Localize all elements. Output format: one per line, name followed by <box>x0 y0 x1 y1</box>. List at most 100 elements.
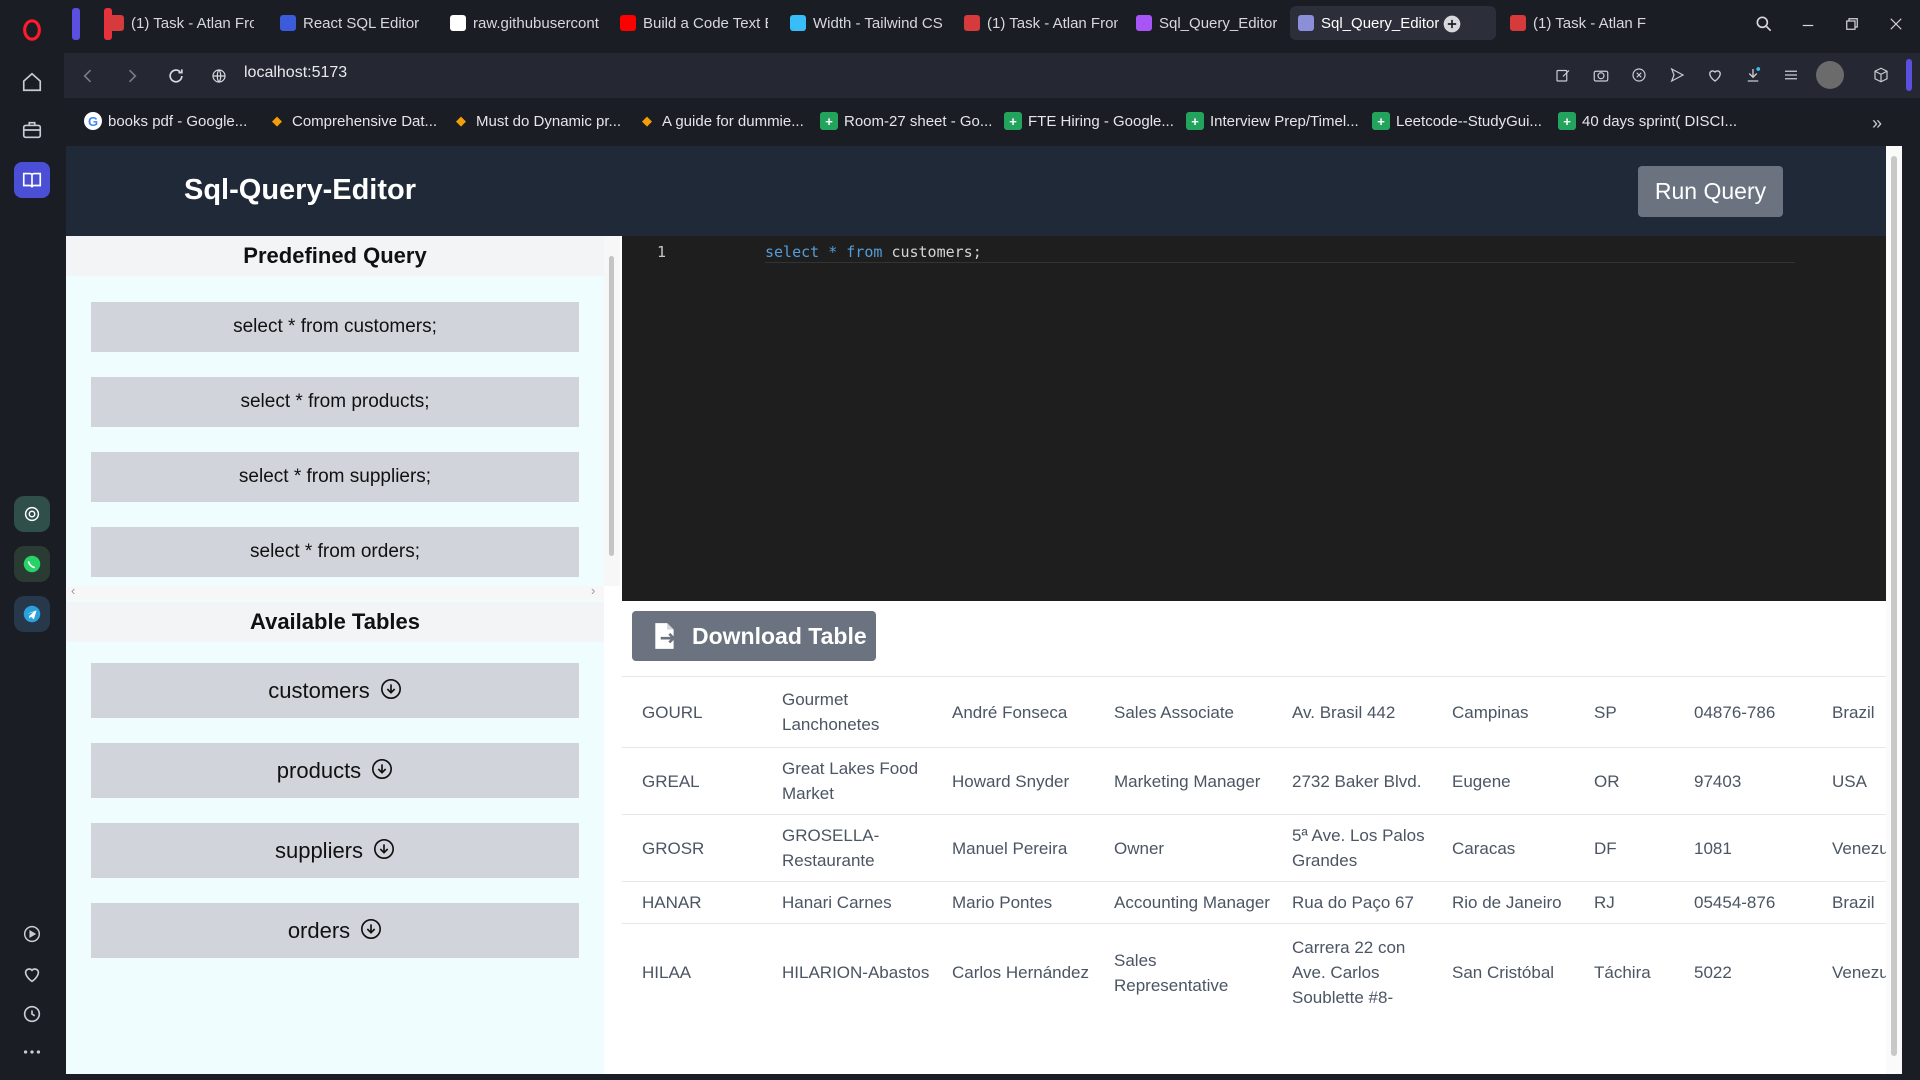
tab[interactable]: React SQL Editor <box>272 6 432 40</box>
reader-icon[interactable] <box>14 162 50 198</box>
favorites-icon[interactable] <box>1704 64 1726 86</box>
bookmark-item[interactable]: ◆ A guide for dummie... <box>638 112 804 130</box>
bookmark-item[interactable]: + Leetcode--StudyGui... <box>1372 112 1542 130</box>
table-cell: Carrera 22 con Ave. Carlos Soublette #8- <box>1272 923 1432 1022</box>
download-table-button[interactable]: Download Table <box>632 611 876 661</box>
file-export-icon <box>655 623 676 649</box>
scrollbar-thumb[interactable] <box>609 256 614 556</box>
close-window-icon[interactable] <box>1882 10 1910 38</box>
tab[interactable]: (1) Task - Atlan Fron <box>1502 6 1654 40</box>
table-row: HANAR Hanari Carnes Mario Pontes Accounting… <box>622 881 1902 924</box>
minimize-icon[interactable] <box>1794 10 1822 38</box>
table-cell: 97403 <box>1674 747 1812 815</box>
forward-icon[interactable] <box>120 64 144 88</box>
send-icon[interactable] <box>1666 64 1688 86</box>
bookmark-item[interactable]: ◆ Comprehensive Dat... <box>268 112 437 130</box>
page-scrollbar-thumb[interactable] <box>1891 156 1897 1056</box>
page-scrollbar[interactable] <box>1886 146 1902 1074</box>
horizontal-scrollbar[interactable]: ‹ › <box>66 583 604 600</box>
tab[interactable]: raw.githubusercont <box>442 6 608 40</box>
bookmark-label: Interview Prep/Timel... <box>1210 112 1359 130</box>
tab[interactable]: (1) Task - Atlan Fron <box>956 6 1126 40</box>
table-button-products[interactable]: products <box>91 743 579 798</box>
workspace-indicator[interactable] <box>72 8 80 40</box>
table-button-suppliers[interactable]: suppliers <box>91 823 579 878</box>
download-circle-icon[interactable] <box>371 758 393 780</box>
scroll-left-icon[interactable]: ‹ <box>71 583 75 598</box>
code-line[interactable]: select * from customers; <box>765 243 982 261</box>
code-editor[interactable]: 1 select * from customers; <box>622 236 1902 601</box>
bookmark-item[interactable]: +40 days sprint( DISCI... <box>1558 112 1737 130</box>
predefined-query-button[interactable]: select * from orders; <box>91 527 579 577</box>
easy-setup-icon[interactable] <box>1780 64 1802 86</box>
tab-title: Build a Code Text E <box>643 14 768 32</box>
bookmark-item[interactable]: + Interview Prep/Timel... <box>1186 112 1359 130</box>
tab[interactable]: Build a Code Text E <box>612 6 776 40</box>
home-icon[interactable] <box>14 64 50 100</box>
table-cell: HILARION-Abastos <box>762 923 932 1022</box>
table-cell: SP <box>1574 676 1674 748</box>
tab[interactable]: Width - Tailwind CS <box>782 6 950 40</box>
keyword-select: select <box>765 243 820 261</box>
briefcase-icon[interactable] <box>14 112 50 148</box>
table-name: suppliers <box>274 838 364 863</box>
download-circle-icon[interactable] <box>373 838 395 860</box>
table-cell: HANAR <box>622 881 762 924</box>
table-button-customers[interactable]: customers <box>91 663 579 718</box>
predefined-query-button[interactable]: select * from customers; <box>91 302 579 352</box>
results-table: GOURL Gourmet Lanchonetes André Fonseca Sal… <box>622 676 1902 1074</box>
run-query-button[interactable]: Run Query <box>1638 166 1783 217</box>
player-icon[interactable] <box>14 916 50 952</box>
download-table-label: Download Table <box>692 622 867 649</box>
download-circle-icon[interactable] <box>360 918 382 940</box>
bookmark-item[interactable]: + Room-27 sheet - Go... <box>820 112 992 130</box>
predefined-query-button[interactable]: select * from suppliers; <box>91 452 579 502</box>
table-cell: Gourmet Lanchonetes <box>762 676 932 748</box>
table-cell: San Cristóbal <box>1432 923 1574 1022</box>
heart-icon[interactable] <box>14 956 50 992</box>
more-icon[interactable] <box>14 1034 50 1070</box>
reload-icon[interactable] <box>164 64 188 88</box>
download-circle-icon[interactable] <box>380 678 402 700</box>
table-cell: Táchira <box>1574 923 1674 1022</box>
download-icon[interactable] <box>1742 64 1764 86</box>
extensions-icon[interactable] <box>1870 64 1892 86</box>
tab[interactable]: (1) Task - Atlan Fron <box>100 6 262 40</box>
table-cell: Great Lakes Food Market <box>762 747 932 815</box>
table-cell: Accounting Manager <box>1094 881 1272 924</box>
opera-logo-icon[interactable] <box>14 12 50 48</box>
restore-icon[interactable] <box>1838 10 1866 38</box>
predefined-query-button[interactable]: select * from products; <box>91 377 579 427</box>
whatsapp-icon[interactable] <box>14 546 50 582</box>
table-button-orders[interactable]: orders <box>91 903 579 958</box>
vertical-scrollbar[interactable] <box>604 236 620 586</box>
bookmark-item[interactable]: + FTE Hiring - Google... <box>1004 112 1174 130</box>
new-tab-icon[interactable] <box>1438 10 1466 38</box>
tab[interactable]: Sql_Query_Editor <box>1128 6 1286 40</box>
back-icon[interactable] <box>76 64 100 88</box>
url-field[interactable]: localhost:5173 <box>244 64 347 82</box>
table-row: GOURL Gourmet Lanchonetes André Fonseca Sal… <box>622 676 1902 748</box>
avatar[interactable] <box>1816 61 1844 89</box>
bookmark-item[interactable]: ◆ Must do Dynamic pr... <box>452 112 621 130</box>
left-panel: Predefined Query select * from customers… <box>66 236 604 1074</box>
table-cell: 5022 <box>1674 923 1812 1022</box>
scroll-right-icon[interactable]: › <box>591 583 595 598</box>
bookmarks-overflow-icon[interactable]: » <box>1872 113 1882 134</box>
telegram-icon[interactable] <box>14 596 50 632</box>
google-icon: G <box>84 112 102 130</box>
table-cell: Manuel Pereira <box>932 814 1094 882</box>
site-info-icon[interactable] <box>207 64 231 88</box>
search-tabs-icon[interactable] <box>1750 10 1778 38</box>
table-cell: 1081 <box>1674 814 1812 882</box>
camera-icon[interactable] <box>1590 64 1612 86</box>
history-icon[interactable] <box>14 996 50 1032</box>
bookmark-item[interactable]: Gbooks pdf - Google... <box>84 112 247 130</box>
bookmark-label: Comprehensive Dat... <box>292 112 438 130</box>
tab-title: React SQL Editor <box>303 14 420 32</box>
edit-icon[interactable] <box>1552 64 1574 86</box>
table-name: products <box>276 758 362 783</box>
chatgpt-icon[interactable] <box>14 496 50 532</box>
tab-favicon-icon <box>1298 15 1314 31</box>
adblock-icon[interactable] <box>1628 64 1650 86</box>
